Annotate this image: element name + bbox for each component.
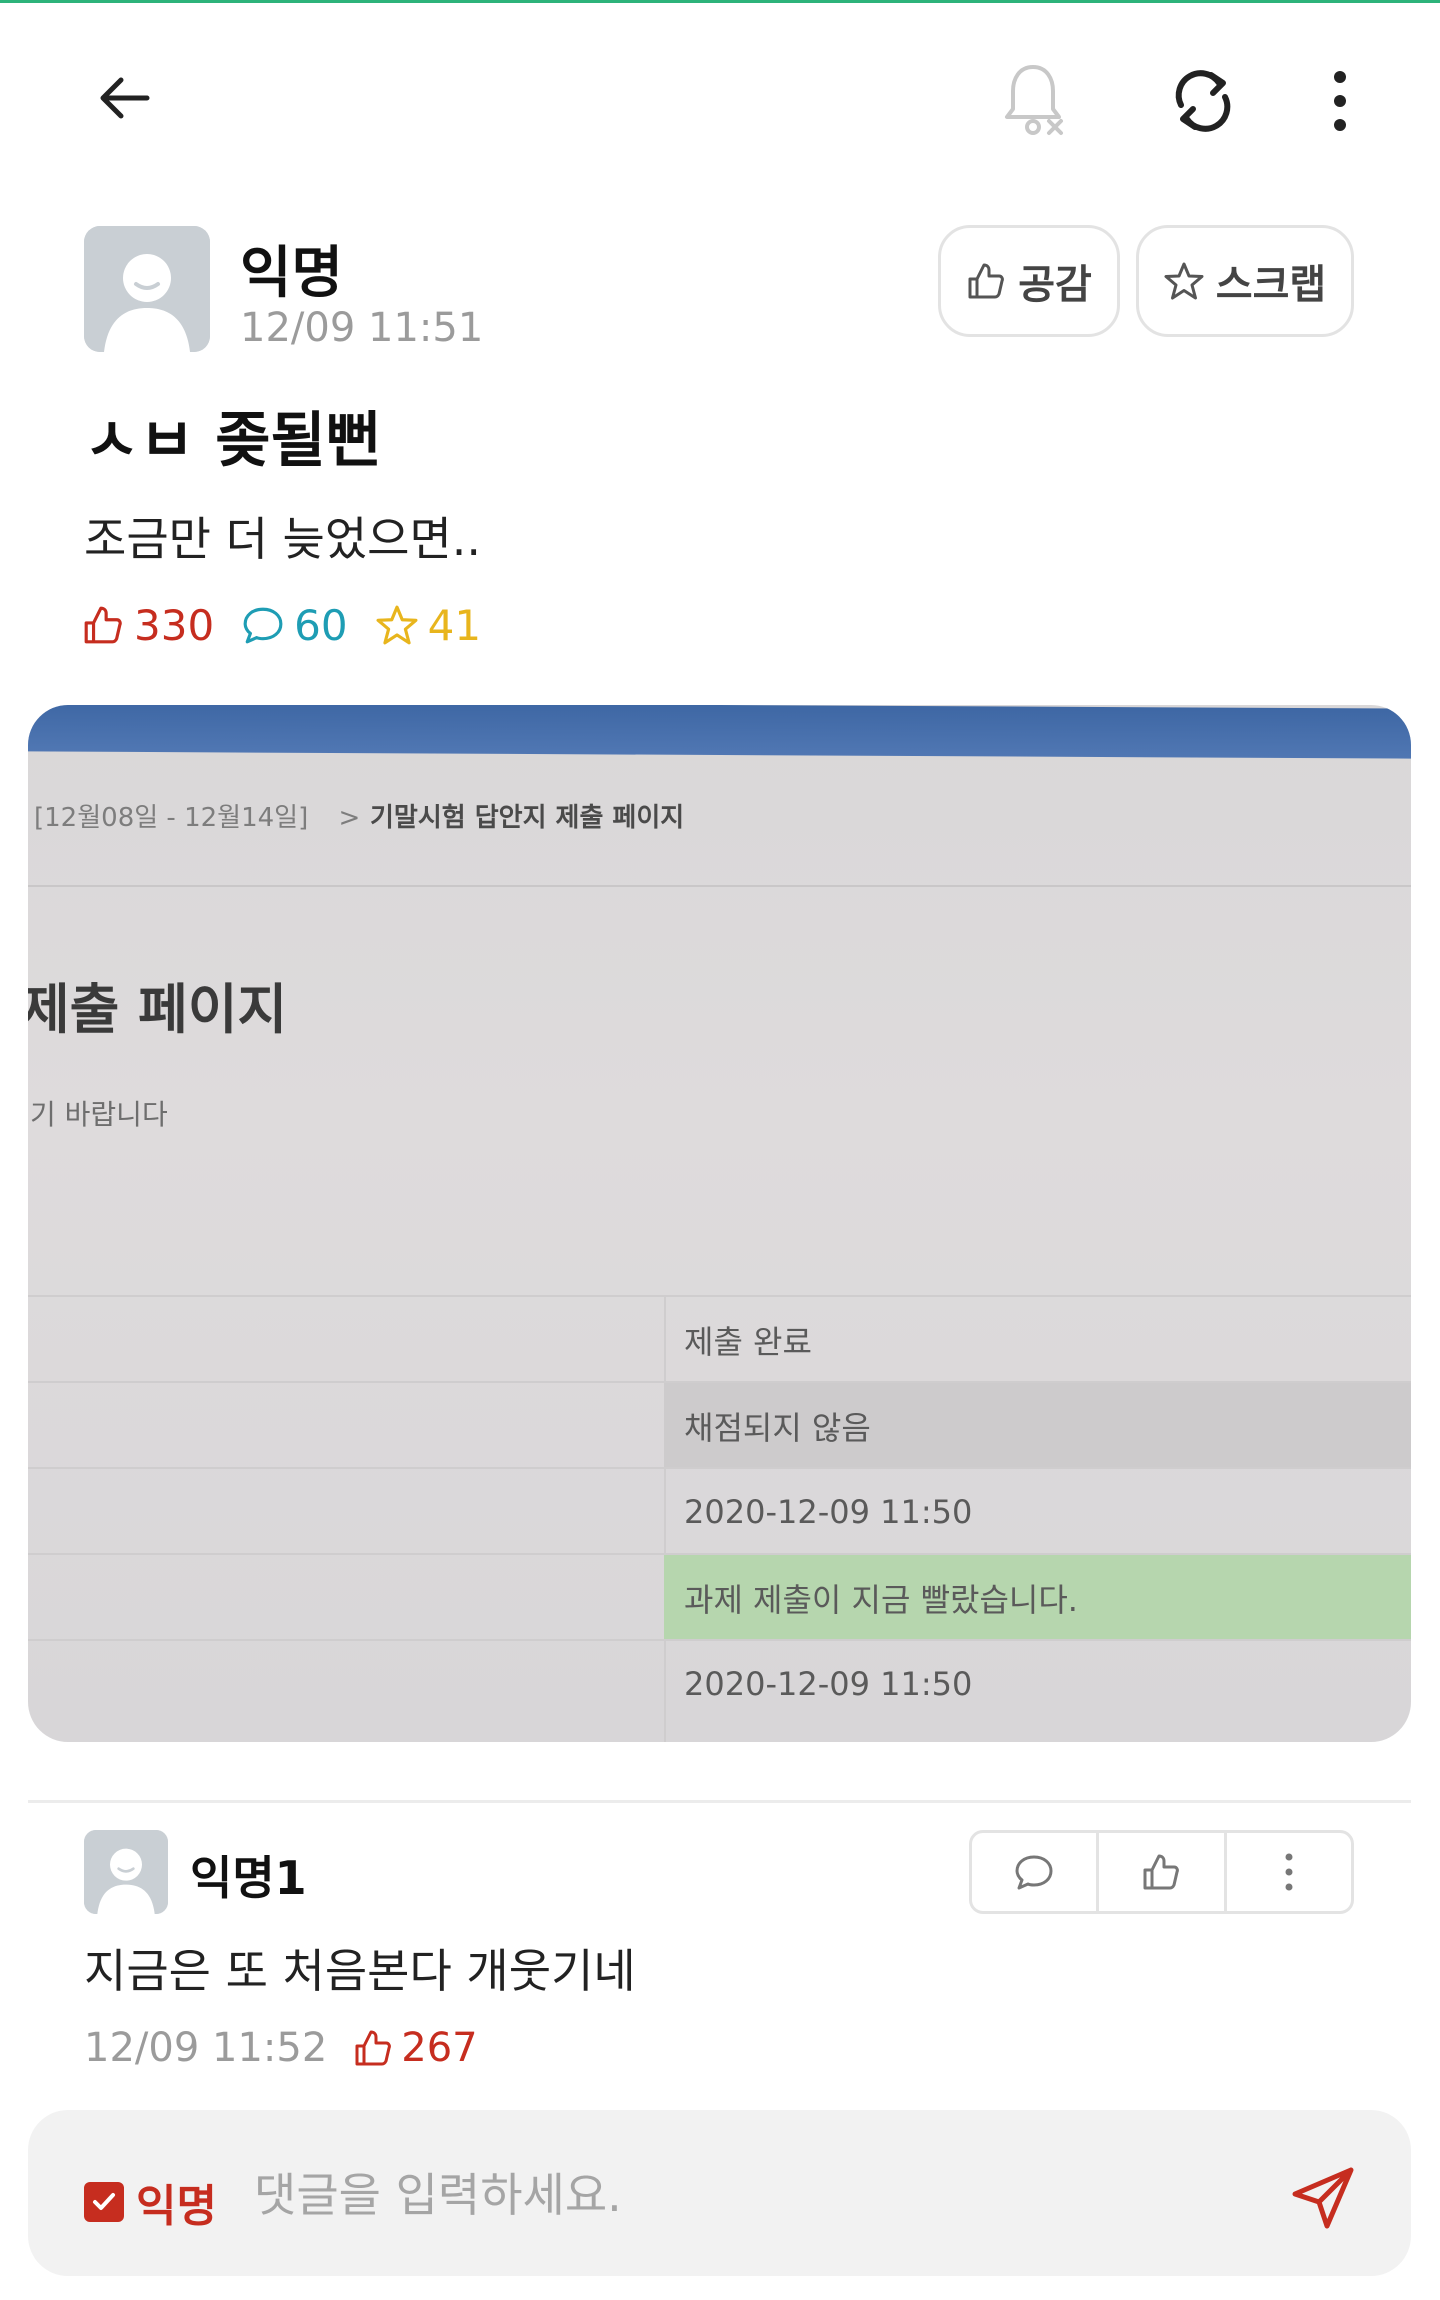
default-profile-icon — [84, 1830, 168, 1914]
comment-meta: 12/09 11:52 267 — [84, 2018, 478, 2078]
thumbs-up-icon — [84, 606, 122, 644]
post-title: ㅅㅂ 좆될뻔 — [84, 406, 381, 476]
default-profile-icon — [84, 226, 210, 352]
thumbs-up-icon — [355, 2030, 392, 2066]
photo-subtext: 기 바랍니다 — [30, 1098, 168, 1131]
like-button-label: 공감 — [1018, 262, 1092, 308]
comment-text: 지금은 또 처음본다 개웃기네 — [84, 1944, 636, 1998]
photo-breadcrumb-current: 기말시험 답안지 제출 페이지 — [370, 803, 685, 833]
anonymous-label: 익명 — [136, 2181, 217, 2232]
bell-off-icon — [1005, 65, 1063, 135]
send-comment-button[interactable] — [1283, 2158, 1363, 2238]
refresh-button[interactable] — [1155, 53, 1250, 148]
post-stats: 330 60 41 — [82, 595, 509, 655]
comment-author-avatar — [84, 1830, 168, 1914]
thumbs-up-icon — [968, 263, 1005, 299]
notification-off-button[interactable] — [990, 53, 1080, 143]
refresh-icon — [1175, 69, 1230, 132]
photo-table-row: 제출 완료 — [28, 1295, 1411, 1381]
checkbox-checked-icon — [84, 2182, 124, 2222]
like-post-button[interactable]: 공감 — [938, 225, 1120, 337]
speech-bubble-icon — [1015, 1855, 1053, 1890]
post-body: 조금만 더 늦었으면.. — [84, 512, 482, 566]
photo-table-row: 2020-12-09 11:50 — [28, 1639, 1411, 1725]
star-outline-icon — [1164, 262, 1204, 300]
like-count: 330 — [82, 601, 214, 650]
star-outline-icon — [376, 605, 418, 645]
photo-breadcrumb-range: [12월08일 - 12월14일] > — [34, 803, 361, 833]
comment-author-name: 익명1 — [190, 1851, 307, 1905]
more-vertical-icon — [1285, 1853, 1293, 1891]
reply-comment-button[interactable] — [972, 1833, 1096, 1911]
comment-actions — [969, 1830, 1354, 1914]
comment-like-count-value: 267 — [401, 2025, 478, 2071]
back-arrow-icon — [100, 77, 150, 119]
photo-divider — [28, 885, 1411, 887]
scrap-count: 41 — [376, 601, 481, 650]
send-icon — [1292, 2167, 1354, 2229]
photo-table-cell: 채점되지 않음 — [664, 1383, 1411, 1469]
comment-more-button[interactable] — [1223, 1833, 1351, 1911]
thumbs-up-icon — [1143, 1854, 1180, 1890]
speech-bubble-icon — [243, 607, 283, 644]
back-button[interactable] — [80, 53, 170, 143]
photo-table-cell: 제출 완료 — [684, 1323, 812, 1361]
comment-count: 60 — [242, 600, 348, 650]
photo-table-row: 2020-12-09 11:50 — [28, 1467, 1411, 1553]
photo-table-cell: 2020-12-09 11:50 — [684, 1493, 973, 1531]
photo-browser-bar — [28, 705, 1411, 759]
photo-table-cell: 과제 제출이 지금 빨랐습니다. — [664, 1555, 1411, 1641]
scrap-post-button[interactable]: 스크랩 — [1136, 225, 1354, 337]
scrap-count-value: 41 — [427, 600, 482, 650]
photo-table-row: 과제 제출이 지금 빨랐습니다. — [28, 1553, 1411, 1641]
comment-input-bar: 익명 — [28, 2110, 1411, 2276]
comment-count-value: 60 — [294, 600, 348, 650]
author-avatar — [84, 226, 210, 352]
like-comment-button[interactable] — [1096, 1833, 1223, 1911]
photo-table-cell: 2020-12-09 11:50 — [684, 1665, 973, 1703]
comments-divider — [28, 1800, 1411, 1803]
post-attached-photo[interactable]: [12월08일 - 12월14일] > 기말시험 답안지 제출 페이지 제출 페… — [28, 705, 1411, 1742]
post-timestamp: 12/09 11:51 — [240, 305, 484, 351]
like-count-value: 330 — [134, 600, 215, 650]
comment-like-count: 267 — [353, 2025, 478, 2071]
post-author-name: 익명 — [240, 241, 344, 306]
comment-input[interactable] — [254, 2150, 1234, 2240]
more-options-button[interactable] — [1300, 58, 1380, 143]
photo-heading: 제출 페이지 — [28, 978, 288, 1041]
scrap-button-label: 스크랩 — [1215, 262, 1327, 308]
comment-timestamp: 12/09 11:52 — [84, 2025, 328, 2071]
app-header — [0, 3, 1440, 193]
more-vertical-icon — [1334, 70, 1346, 131]
anonymous-checkbox[interactable]: 익명 — [84, 2170, 217, 2234]
photo-table-row: 채점되지 않음 — [28, 1381, 1411, 1469]
